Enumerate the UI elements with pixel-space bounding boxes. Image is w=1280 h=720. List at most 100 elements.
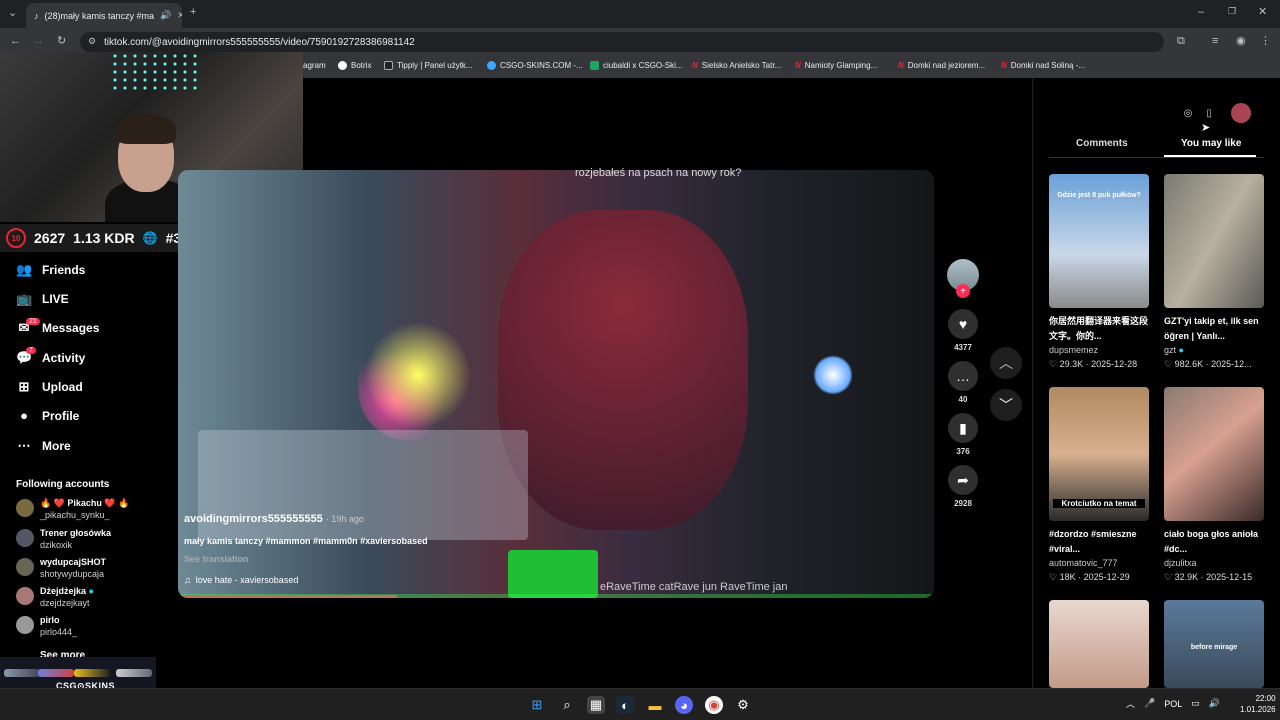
explore-icon[interactable]: ◎ [1178, 103, 1198, 123]
tab-close-icon[interactable]: ✕ [177, 10, 182, 21]
video-music[interactable]: ♫ love hate - xaviersobased [184, 575, 298, 585]
restore-icon[interactable]: ❐ [1228, 7, 1236, 16]
profile-avatar-icon: ● [20, 408, 28, 423]
volume-icon[interactable]: 🔊 [1209, 698, 1220, 709]
heart-outline-icon: ♡ [1164, 572, 1173, 582]
nav-label: Upload [42, 380, 83, 394]
audio-icon[interactable]: 🔊 [160, 10, 171, 21]
like-button[interactable]: ♥ 4377 [948, 309, 978, 352]
nav-upload[interactable]: ⊞ Upload [16, 379, 83, 395]
account-user: dzejdzejkayt [40, 598, 90, 608]
n-icon: N [795, 61, 801, 70]
store-icon[interactable]: ▦ [587, 696, 605, 714]
video-author[interactable]: avoidingmirrors555555555 · 19h ago [184, 513, 364, 525]
following-account[interactable]: 🔥 ❤️ Pikachu ❤️ 🔥 _pikachu_synku_ [16, 497, 129, 521]
profile-icon[interactable]: ◉ [1236, 36, 1246, 47]
nav-profile[interactable]: ● Profile [16, 408, 79, 423]
bookmark-item[interactable]: Tipply | Panel użytk... [384, 61, 473, 70]
discord-icon[interactable]: ◕ [675, 696, 693, 714]
reload-icon[interactable]: ↻ [57, 36, 66, 47]
back-icon[interactable]: ← [10, 36, 21, 47]
following-account[interactable]: wydupcajSHOT shotywydupcaja [16, 556, 106, 580]
comment-button[interactable]: … 40 [948, 361, 978, 404]
music-title: love hate - xaviersobased [195, 575, 299, 585]
minimize-icon[interactable]: – [1198, 7, 1204, 18]
recommended-video-card[interactable]: before mirage [1164, 600, 1264, 688]
extensions-icon[interactable]: ⧉ [1177, 36, 1185, 47]
card-title: GZT'yi takip et, ilk sen öğren | Yanlı..… [1164, 316, 1259, 341]
tab-list-icon[interactable]: ⌄ [8, 8, 17, 19]
microphone-icon[interactable]: 🎤 [1144, 698, 1155, 709]
following-account[interactable]: Dżejdżejka ● dzejdzejkayt [16, 585, 94, 609]
url-bar[interactable]: ⚙ tiktok.com/@avoidingmirrors555555555/v… [80, 32, 1164, 52]
webcam-hair [116, 114, 176, 144]
bookmark-item[interactable]: CSGO-SKINS.COM -... [487, 61, 583, 70]
globe-icon: 🌐 [142, 231, 158, 245]
user-avatar-icon[interactable] [1231, 103, 1251, 123]
author-name: avoidingmirrors555555555 [184, 513, 323, 525]
bookmark-item[interactable]: N Namioty Glamping... [795, 61, 877, 70]
new-tab-icon[interactable]: + [190, 7, 196, 18]
video-thumbnail [1164, 387, 1264, 521]
bookmark-item[interactable]: N Domki nad Soliną -... [1001, 61, 1085, 70]
n-icon: N [692, 61, 698, 70]
previous-video-button[interactable]: ︿ [990, 347, 1022, 379]
following-account[interactable]: Trener głosówka dzikoxik [16, 527, 111, 551]
share-button[interactable]: ➦ 2928 [948, 465, 978, 508]
recommended-video-card[interactable]: Krotciutko na temat #dzordzo #smieszne #… [1049, 387, 1149, 583]
bookmark-item[interactable]: agram [303, 61, 326, 70]
follow-plus-icon[interactable]: + [956, 284, 970, 298]
see-translation-link[interactable]: See translation [184, 554, 249, 564]
tab-comments[interactable]: Comments [1076, 138, 1128, 149]
heart-icon: ♥ [948, 309, 978, 339]
bookmark-item[interactable]: Botrix [338, 61, 371, 70]
recommended-video-card[interactable]: GZT'yi takip et, ilk sen öğren | Yanlı..… [1164, 174, 1264, 370]
nav-more[interactable]: ⋯ More [16, 438, 71, 454]
post-time: · 19h ago [325, 514, 364, 524]
bookmark-item[interactable]: N Domki nad jeziorem... [898, 61, 985, 70]
account-name: wydupcajSHOT [40, 557, 107, 567]
right-panel [1032, 78, 1280, 688]
activity-badge: 7 [26, 347, 36, 354]
language-indicator[interactable]: POL [1164, 699, 1182, 709]
video-player[interactable] [178, 170, 934, 598]
recommended-video-card[interactable]: ciało boga głos anioła #dc... djzulitxa … [1164, 387, 1264, 583]
browser-tab[interactable]: ♪ (28)mały kamis tanczy #ma 🔊 ✕ [26, 3, 182, 28]
file-explorer-icon[interactable]: ▬ [646, 696, 664, 714]
network-icon[interactable]: ▭ [1191, 698, 1200, 709]
recommended-video-card[interactable]: Gdzie jest 8 puk pułków? 你居然用翻译器来看这段文字。你… [1049, 174, 1149, 370]
save-button[interactable]: ▮ 376 [948, 413, 978, 456]
site-info-icon[interactable]: ⚙ [88, 36, 96, 47]
search-icon[interactable]: ⌕ [558, 696, 576, 714]
nav-label: Messages [42, 321, 100, 335]
taskbar-clock[interactable]: 22:00 1.01.2026 [1240, 693, 1276, 715]
account-name: Dżejdżejka ● [40, 585, 94, 597]
recommended-video-card[interactable] [1049, 600, 1149, 688]
app-icon[interactable]: ⚙ [734, 696, 752, 714]
nav-friends[interactable]: 👥 Friends [16, 262, 85, 278]
tab-you-may-like[interactable]: You may like [1181, 138, 1241, 149]
chrome-icon[interactable]: ◉ [705, 696, 723, 714]
window-close-icon[interactable]: ✕ [1258, 7, 1267, 18]
avatar [16, 499, 34, 517]
nav-live[interactable]: 📺 LIVE [16, 291, 69, 307]
bookmark-item[interactable]: ciubaldi x CSGO-Ski... [590, 61, 683, 70]
chevron-up-icon[interactable]: ︿ [1126, 697, 1135, 710]
like-count: 4377 [954, 343, 972, 352]
windows-start-icon[interactable]: ⊞ [528, 696, 546, 714]
following-account[interactable]: pirlo pirlo444_ [16, 614, 77, 638]
video-lights [358, 310, 478, 440]
menu-kebab-icon[interactable]: ⋮ [1260, 36, 1271, 47]
card-meta: ♡ 32.9K · 2025-12-15 [1164, 572, 1253, 582]
card-likes: 982.6K [1174, 359, 1204, 369]
next-video-button[interactable]: ﹀ [990, 389, 1022, 421]
knife-graphic [74, 669, 110, 677]
card-user: gzt ● [1164, 345, 1264, 355]
media-icon[interactable]: ≡ [1212, 36, 1218, 47]
steam-icon[interactable]: ◐ [616, 696, 634, 714]
nav-label: Activity [42, 351, 86, 365]
bookmark-item[interactable]: N Sielsko Anielsko Tatr... [692, 61, 781, 70]
device-icon[interactable]: ▯ [1199, 103, 1219, 123]
forward-icon[interactable]: → [33, 36, 44, 47]
knife-graphic [4, 669, 40, 677]
